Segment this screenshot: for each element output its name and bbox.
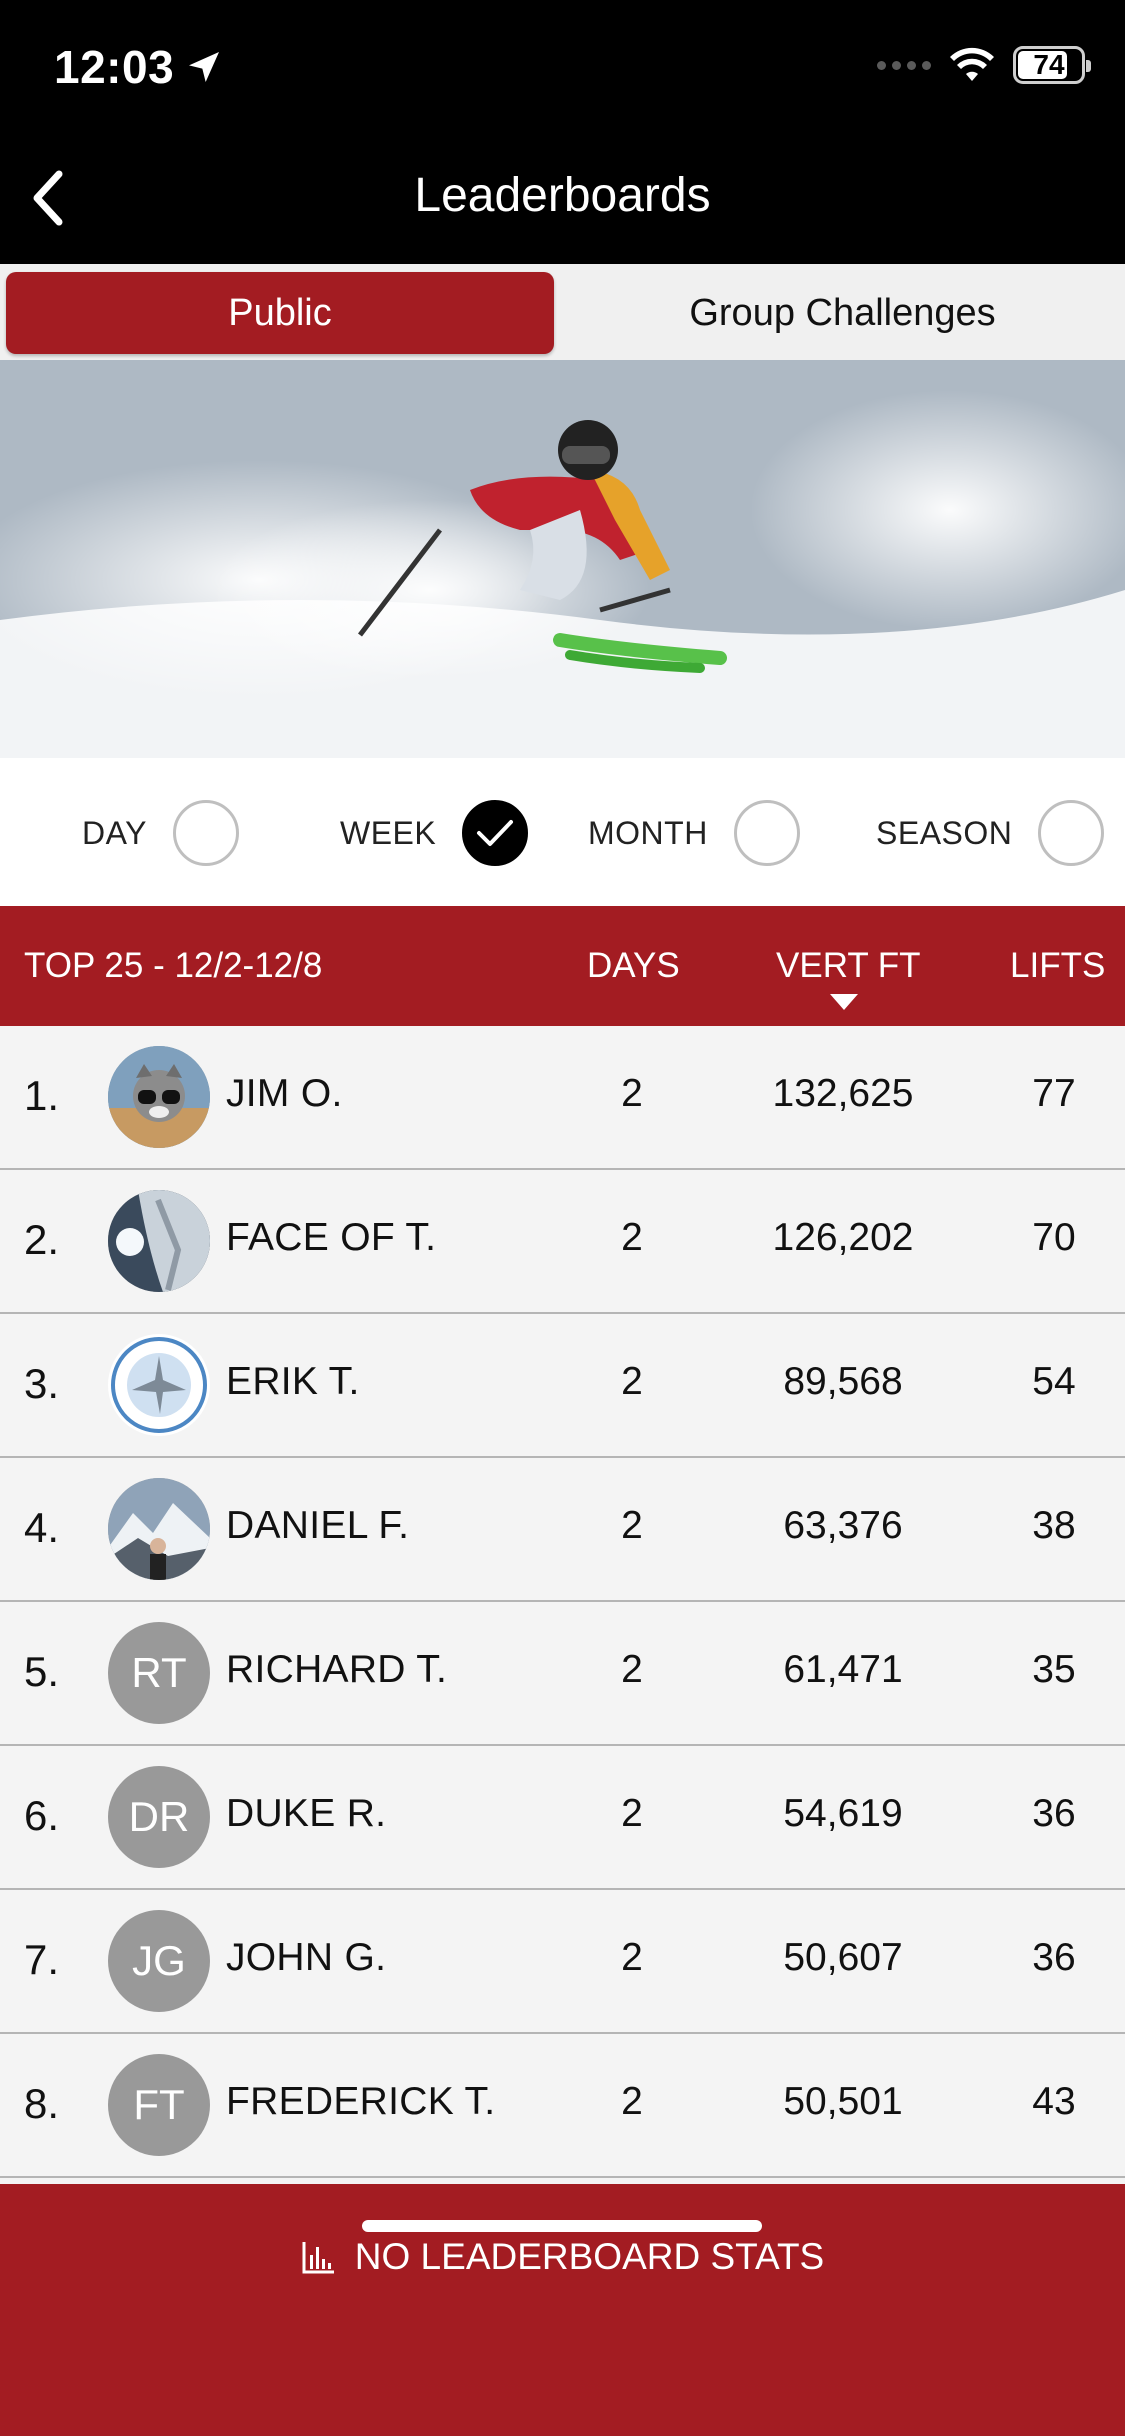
home-indicator[interactable] <box>362 2220 762 2232</box>
table-row[interactable]: 4. DANIEL F. 2 63,376 38 <box>0 1458 1125 1602</box>
battery-icon: 74 <box>1013 46 1091 84</box>
page-title: Leaderboards <box>414 169 711 222</box>
table-row[interactable]: 7. JG JOHN G. 2 50,607 36 <box>0 1890 1125 2034</box>
period-season[interactable]: SEASON <box>876 800 1105 866</box>
table-row[interactable]: 8. FT FREDERICK T. 2 50,501 43 <box>0 2034 1125 2178</box>
footer-cta-label: NO LEADERBOARD STATS <box>354 2236 825 2277</box>
column-days[interactable]: DAYS <box>587 946 680 986</box>
avatar <box>108 1046 210 1148</box>
table-row[interactable]: 1. JIM O. 2 132,625 77 <box>0 1026 1125 1170</box>
rank: 3. <box>24 1360 60 1407</box>
sort-desc-icon <box>830 994 858 1010</box>
player-name: JIM O. <box>226 1072 343 1115</box>
avatar <box>108 1478 210 1580</box>
period-day-label: DAY <box>82 814 147 851</box>
rank: 1. <box>24 1072 60 1119</box>
rank: 4. <box>24 1504 60 1551</box>
bar-chart-icon <box>302 2242 334 2274</box>
period-week[interactable]: WEEK <box>340 800 529 866</box>
tab-group-challenges[interactable]: Group Challenges <box>565 272 1120 354</box>
status-time-text: 12:03 <box>54 41 175 93</box>
tab-public[interactable]: Public <box>6 272 554 354</box>
player-name: DANIEL F. <box>226 1504 410 1547</box>
hero-skier-image <box>0 360 1125 758</box>
period-week-radio[interactable] <box>462 800 529 866</box>
player-name: FACE OF T. <box>226 1216 437 1259</box>
player-name: RICHARD T. <box>226 1648 448 1691</box>
period-month[interactable]: MONTH <box>588 800 800 866</box>
leaderboard-rows: 1. JIM O. 2 132,625 77 2. FACE OF T. 2 1… <box>0 1026 1125 2178</box>
table-row[interactable]: 3. ERIK T. 2 89,568 54 <box>0 1314 1125 1458</box>
leaderboard-tabs: Public Group Challenges <box>0 264 1125 360</box>
period-month-label: MONTH <box>588 814 708 851</box>
rank: 8. <box>24 2080 60 2127</box>
leaderboard-header: TOP 25 - 12/2-12/8 DAYS VERT FT LIFTS <box>0 906 1125 1026</box>
period-month-radio[interactable] <box>733 800 800 866</box>
rank: 7. <box>24 1936 60 1983</box>
table-row[interactable]: 2. FACE OF T. 2 126,202 70 <box>0 1170 1125 1314</box>
avatar-initials: FT <box>108 2054 210 2156</box>
period-season-label: SEASON <box>876 814 1013 851</box>
period-week-label: WEEK <box>340 814 437 851</box>
rank: 5. <box>24 1648 60 1695</box>
player-name: JOHN G. <box>226 1936 387 1979</box>
leaderboard-title: TOP 25 - 12/2-12/8 <box>24 946 323 985</box>
player-name: ERIK T. <box>226 1360 360 1403</box>
no-leaderboard-stats-button[interactable]: NO LEADERBOARD STATS <box>0 2236 1125 2278</box>
column-vert-ft[interactable]: VERT FT <box>776 946 921 986</box>
status-time: 12:03 <box>54 40 224 94</box>
rank: 2. <box>24 1216 60 1263</box>
status-icons: 74 <box>877 46 1091 84</box>
cellular-signal-icon <box>877 60 931 70</box>
location-arrow-icon <box>189 52 220 82</box>
top-bar: 12:03 74 Leaderboards <box>0 0 1125 264</box>
avatar <box>108 1334 210 1436</box>
player-name: FREDERICK T. <box>226 2080 496 2123</box>
avatar-initials: RT <box>108 1622 210 1724</box>
rank: 6. <box>24 1792 60 1839</box>
avatar <box>108 1190 210 1292</box>
column-lifts[interactable]: LIFTS <box>1010 946 1105 986</box>
table-row[interactable]: 6. DR DUKE R. 2 54,619 36 <box>0 1746 1125 1890</box>
player-name: DUKE R. <box>226 1792 387 1835</box>
avatar-initials: DR <box>108 1766 210 1868</box>
wifi-icon <box>950 47 994 81</box>
period-season-radio[interactable] <box>1038 800 1105 866</box>
period-day[interactable]: DAY <box>82 800 239 866</box>
period-day-radio[interactable] <box>172 800 239 866</box>
checkmark-icon <box>477 820 514 846</box>
period-selector: DAY WEEK MONTH SEASON <box>0 758 1125 906</box>
table-row[interactable]: 5. RT RICHARD T. 2 61,471 35 <box>0 1602 1125 1746</box>
battery-level: 74 <box>1033 49 1065 80</box>
avatar-initials: JG <box>108 1910 210 2012</box>
